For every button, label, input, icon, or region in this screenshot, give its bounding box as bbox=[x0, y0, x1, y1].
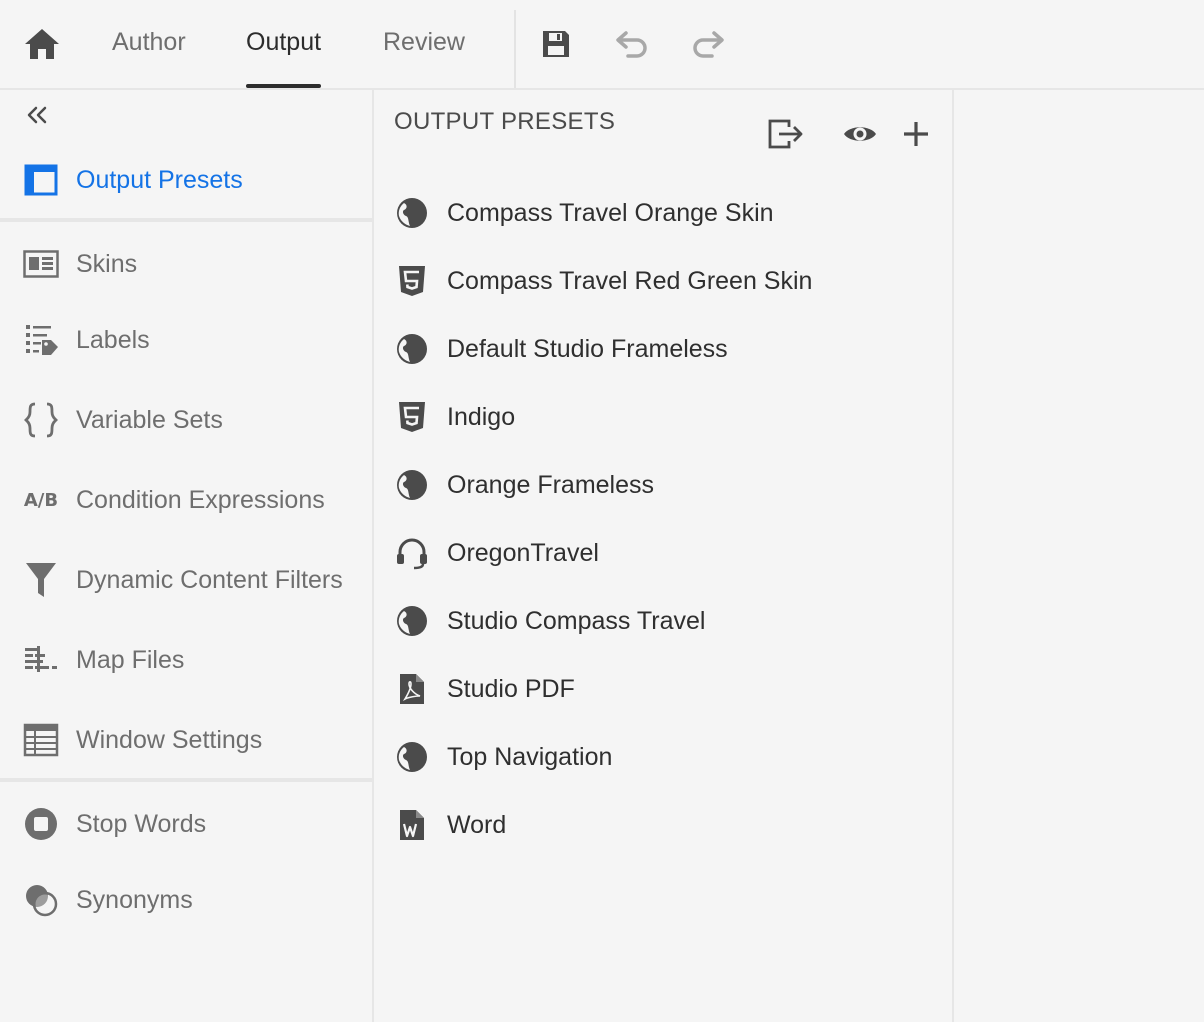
sidebar-divider bbox=[0, 218, 372, 222]
preset-item-label: Indigo bbox=[447, 402, 516, 431]
labels-icon bbox=[22, 321, 60, 359]
braces-icon bbox=[22, 401, 60, 439]
sidebar-item-output-presets[interactable]: Output Presets bbox=[0, 150, 372, 210]
export-icon bbox=[768, 119, 803, 149]
sidebar-item-map-files[interactable]: Map Files bbox=[0, 630, 372, 690]
preset-item-label: OregonTravel bbox=[447, 538, 599, 567]
globe-icon bbox=[394, 331, 430, 367]
sidebar-item-stop-words[interactable]: Stop Words bbox=[0, 794, 372, 854]
sidebar: Output Presets Skins Labels Variable Set… bbox=[0, 90, 374, 1022]
tab-review[interactable]: Review bbox=[383, 28, 465, 88]
sidebar-item-label: Skins bbox=[76, 249, 138, 278]
html5-icon bbox=[394, 263, 430, 299]
undo-icon bbox=[616, 31, 647, 58]
home-button[interactable] bbox=[22, 26, 62, 62]
headset-icon bbox=[394, 535, 430, 571]
ab-icon: A/B bbox=[23, 489, 59, 511]
preset-item[interactable]: Indigo bbox=[376, 387, 952, 447]
synonyms-icon bbox=[22, 881, 60, 919]
globe-icon bbox=[394, 467, 430, 503]
sidebar-item-label: Output Presets bbox=[76, 165, 243, 194]
sidebar-item-label: Window Settings bbox=[76, 725, 263, 754]
preset-item[interactable]: Orange Frameless bbox=[376, 455, 952, 515]
preset-item[interactable]: Studio PDF bbox=[376, 659, 952, 719]
sidebar-item-label: Variable Sets bbox=[76, 405, 223, 434]
preset-item[interactable]: Studio Compass Travel bbox=[376, 591, 952, 651]
preset-item-label: Studio PDF bbox=[447, 674, 575, 703]
double-chevron-left-icon bbox=[27, 106, 47, 124]
sidebar-item-synonyms[interactable]: Synonyms bbox=[0, 870, 372, 930]
pdf-icon bbox=[394, 671, 430, 707]
globe-icon bbox=[394, 195, 430, 231]
save-button[interactable] bbox=[536, 24, 576, 64]
sidebar-item-label: Dynamic Content Filters bbox=[76, 565, 343, 594]
preset-item[interactable]: Compass Travel Orange Skin bbox=[376, 183, 952, 243]
sidebar-item-skins[interactable]: Skins bbox=[0, 234, 372, 294]
save-icon bbox=[543, 31, 569, 57]
toolbar-divider bbox=[514, 10, 516, 88]
preset-item-label: Compass Travel Orange Skin bbox=[447, 198, 774, 227]
sidebar-item-condition-expressions[interactable]: A/B Condition Expressions bbox=[0, 470, 372, 530]
preset-item[interactable]: Default Studio Frameless bbox=[376, 319, 952, 379]
preset-item-label: Word bbox=[447, 810, 507, 839]
filter-icon bbox=[22, 561, 60, 599]
preset-item[interactable]: Top Navigation bbox=[376, 727, 952, 787]
output-presets-panel: OUTPUT PRESETS Compass Travel Orange Ski… bbox=[376, 90, 954, 1022]
panel-title: OUTPUT PRESETS bbox=[394, 108, 616, 135]
preview-button[interactable] bbox=[840, 114, 880, 154]
collapse-sidebar-button[interactable] bbox=[22, 102, 52, 128]
preset-item[interactable]: Compass Travel Red Green Skin bbox=[376, 251, 952, 311]
preset-item[interactable]: Word bbox=[376, 795, 952, 855]
preset-item-label: Orange Frameless bbox=[447, 470, 655, 499]
sidebar-item-label: Map Files bbox=[76, 645, 185, 674]
add-icon bbox=[904, 122, 928, 146]
sidebar-item-label: Stop Words bbox=[76, 809, 207, 838]
preset-item-label: Compass Travel Red Green Skin bbox=[447, 266, 813, 295]
sidebar-item-labels[interactable]: Labels bbox=[0, 310, 372, 370]
map-files-icon bbox=[22, 641, 60, 679]
sidebar-item-window-settings[interactable]: Window Settings bbox=[0, 710, 372, 770]
top-bar: Author Output Review bbox=[0, 0, 1204, 90]
sidebar-item-variable-sets[interactable]: Variable Sets bbox=[0, 390, 372, 450]
sidebar-item-label: Condition Expressions bbox=[76, 485, 325, 514]
active-tab-indicator bbox=[246, 84, 322, 88]
preset-item-label: Top Navigation bbox=[447, 742, 613, 771]
globe-icon bbox=[394, 739, 430, 775]
tab-review-label: Review bbox=[383, 28, 465, 56]
preview-eye-icon bbox=[844, 127, 876, 141]
export-button[interactable] bbox=[766, 114, 806, 154]
redo-button[interactable] bbox=[688, 24, 728, 64]
sidebar-item-dynamic-content-filters[interactable]: Dynamic Content Filters bbox=[0, 550, 372, 610]
sidebar-item-label: Synonyms bbox=[76, 885, 193, 914]
home-icon bbox=[25, 29, 59, 59]
tab-author[interactable]: Author bbox=[112, 28, 186, 88]
stop-icon bbox=[22, 805, 60, 843]
redo-icon bbox=[693, 31, 724, 58]
detail-pane bbox=[956, 90, 1204, 1022]
tab-output-label: Output bbox=[246, 28, 322, 56]
undo-button[interactable] bbox=[612, 24, 652, 64]
html5-icon bbox=[394, 399, 430, 435]
sidebar-divider bbox=[0, 778, 372, 782]
add-preset-button[interactable] bbox=[896, 114, 936, 154]
skins-icon bbox=[22, 245, 60, 283]
globe-icon bbox=[394, 603, 430, 639]
preset-item-label: Studio Compass Travel bbox=[447, 606, 706, 635]
output-presets-icon bbox=[22, 161, 60, 199]
tab-author-label: Author bbox=[112, 28, 186, 56]
word-icon bbox=[394, 807, 430, 843]
tab-output[interactable]: Output bbox=[246, 28, 322, 88]
preset-item-label: Default Studio Frameless bbox=[447, 334, 728, 363]
preset-item[interactable]: OregonTravel bbox=[376, 523, 952, 583]
table-icon bbox=[22, 721, 60, 759]
sidebar-item-label: Labels bbox=[76, 325, 150, 354]
